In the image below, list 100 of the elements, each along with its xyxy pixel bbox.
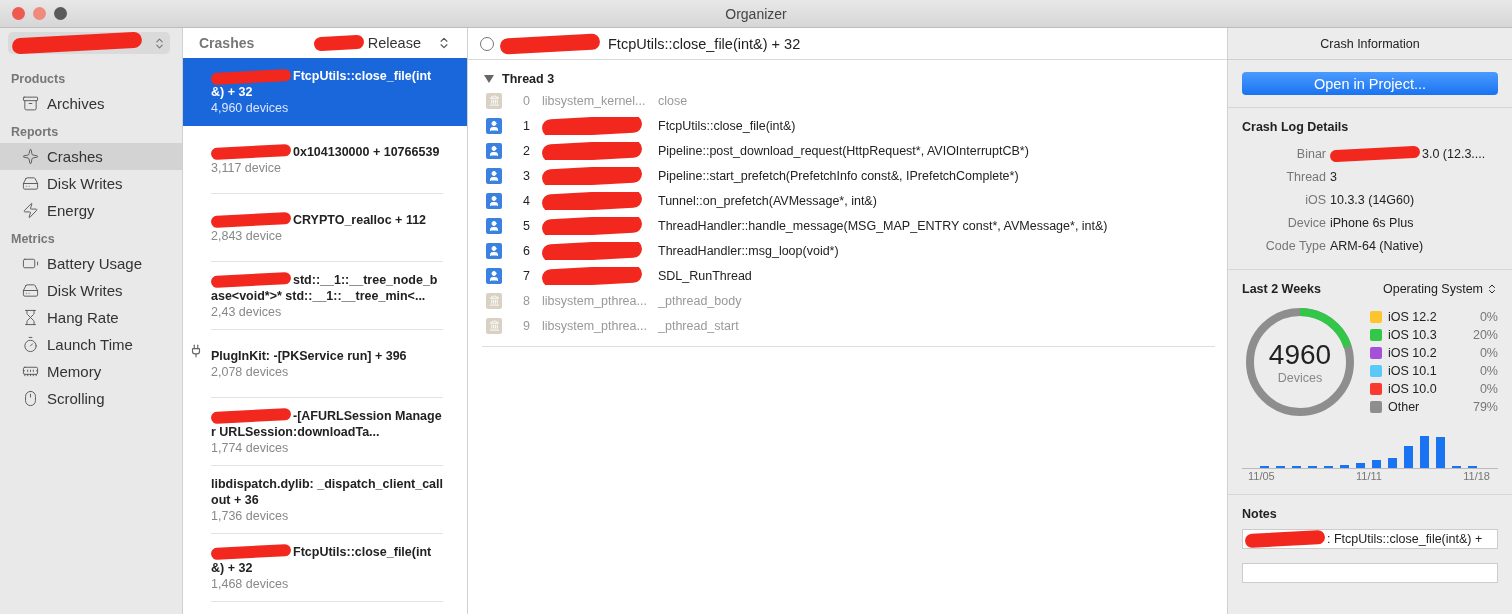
person-icon	[486, 217, 502, 234]
stack-frame[interactable]: 1 FtcpUtils::close_file(int&)	[482, 113, 1215, 138]
device-count: 1,736 devices	[211, 507, 290, 524]
detail-value: 10.3.3 (14G60)	[1330, 192, 1415, 207]
timer-icon	[22, 336, 39, 353]
section-title: Notes	[1242, 507, 1278, 521]
legend-label: iOS 10.3	[1388, 328, 1437, 342]
section-title: Metrics	[10, 231, 56, 248]
drive-icon	[22, 175, 39, 192]
device-count: 1,774 devices	[211, 439, 290, 456]
detail-value: 3.0 (12.3....	[1422, 146, 1486, 161]
sidebar-item[interactable]: Battery Usage	[0, 250, 182, 277]
radio-button[interactable]	[480, 36, 494, 51]
person-icon	[486, 267, 502, 284]
crash-title: CRYPTO_realloc + 112	[211, 211, 443, 228]
crash-row[interactable]: CRYPTO_realloc + 112 2,843 device	[183, 194, 467, 262]
legend-value: 0%	[1479, 310, 1498, 324]
crash-title: PlugInKit: -[PKService run] + 396	[211, 347, 408, 364]
crash-row[interactable]: std::__1::__tree_node_base<void*>* std::__1::__tree_min<... 2,43 devices	[183, 262, 467, 330]
crash-title: -[AFURLSession Manager URLSession:downloadTa...	[211, 407, 443, 440]
legend-label: iOS 10.2	[1388, 346, 1437, 360]
axis-label: 11/11	[1356, 470, 1382, 482]
sidebar-item[interactable]: Memory	[0, 358, 182, 385]
device-count: 2,843 device	[211, 227, 283, 244]
detail-label: Code Type	[1264, 238, 1326, 253]
person-icon	[486, 142, 502, 159]
detail-value: 3	[1330, 169, 1337, 184]
scheme-popup[interactable]	[8, 32, 170, 54]
building-icon	[486, 92, 502, 109]
sidebar-item[interactable]: Archives	[0, 90, 182, 117]
crash-title: std::__1::__tree_node_base<void*>* std::__1::__tree_min<...	[211, 271, 439, 304]
crash-title: 0x104130000 + 10766539	[211, 143, 443, 160]
list-title: Crashes	[199, 35, 255, 51]
legend-label: iOS 10.0	[1388, 382, 1437, 396]
detail-value: ARM-64 (Native)	[1330, 238, 1424, 253]
crash-row[interactable]: 0x104130000 + 10766539 3,117 device	[183, 126, 467, 194]
archive-icon	[22, 95, 39, 112]
sidebar-item[interactable]: Crashes	[0, 143, 182, 170]
axis-label: 11/18	[1463, 470, 1490, 482]
device-count: 1,468 devices	[211, 575, 290, 592]
crash-row[interactable]: FtcpUtils::close_file(int&) + 32 1,468 devices	[183, 534, 467, 602]
detail-label: Device	[1286, 215, 1326, 230]
person-icon	[486, 117, 502, 134]
inspector-title: Crash Information	[1228, 28, 1512, 60]
notes-field[interactable]	[1242, 563, 1498, 583]
window-title: Organizer	[725, 5, 787, 22]
legend-value: 0%	[1479, 346, 1498, 360]
crash-row[interactable]: FtcpUtils::close_file(int&) + 32 4,960 devices	[183, 58, 467, 126]
window-control[interactable]	[54, 7, 67, 20]
section-title: Last 2 Weeks	[1242, 282, 1321, 296]
sparkle-icon	[22, 148, 39, 165]
detail-label: Binar	[1295, 146, 1326, 161]
crash-row[interactable]: libdispatch.dylib: _dispatch_client_callout + 36 1,736 devices	[183, 466, 467, 534]
sidebar-item[interactable]: Launch Time	[0, 331, 182, 358]
stack-frame[interactable]: 4 Tunnel::on_prefetch(AVMessage*, int&)	[482, 188, 1215, 213]
crash-row[interactable]: PlugInKit: -[PKService run] + 396 2,078 devices	[183, 330, 467, 398]
thread-header[interactable]: Thread 3	[468, 60, 1227, 88]
device-total-label: Devices	[1277, 371, 1323, 385]
device-count: 3,117 device	[211, 159, 282, 176]
stack-frame[interactable]: 2 Pipeline::post_download_request(HttpRequest*, AVIOInterruptCB*)	[482, 138, 1215, 163]
sidebar-item[interactable]: Energy	[0, 197, 182, 224]
sidebar-item[interactable]: Disk Writes	[0, 170, 182, 197]
lightning-icon	[22, 202, 39, 219]
section-title: Crash Log Details	[1242, 120, 1350, 134]
detail-label: Thread	[1285, 169, 1326, 184]
drive-icon	[22, 282, 39, 299]
sidebar-item[interactable]: Disk Writes	[0, 277, 182, 304]
legend-value: 0%	[1479, 382, 1498, 396]
section-title: Products	[10, 71, 67, 88]
person-icon	[486, 167, 502, 184]
crash-row[interactable]: -[AFURLSession Manager URLSession:downloadTa... 1,774 devices	[183, 398, 467, 466]
legend-value: 0%	[1479, 364, 1498, 378]
device-count: 2,078 devices	[211, 363, 290, 380]
stack-frame[interactable]: 5 ThreadHandler::handle_message(MSG_MAP_ENTRY const*, AVMessage*, int&)	[482, 213, 1215, 238]
hourglass-icon	[22, 309, 39, 326]
detail-value: iPhone 6s Plus	[1330, 215, 1414, 230]
window-control[interactable]	[12, 7, 25, 20]
breakdown-popup[interactable]: Operating System	[1382, 282, 1498, 296]
axis-label: 11/05	[1248, 470, 1275, 482]
building-icon	[486, 317, 502, 334]
section-title: Reports	[10, 124, 60, 141]
sidebar-item[interactable]: Hang Rate	[0, 304, 182, 331]
stack-frame[interactable]: 7 SDL_RunThread	[482, 263, 1215, 288]
person-icon	[486, 242, 502, 259]
stack-frame[interactable]: 3 Pipeline::start_prefetch(PrefetchInfo const&, IPrefetchComplete*)	[482, 163, 1215, 188]
legend-label: iOS 12.2	[1388, 310, 1437, 324]
sidebar-item[interactable]: Scrolling	[0, 385, 182, 412]
mouse-icon	[22, 390, 39, 407]
legend-value: 20%	[1472, 328, 1498, 342]
open-in-project-button[interactable]: Open in Project...	[1242, 72, 1498, 95]
crash-header: FtcpUtils::close_file(int&) + 32	[608, 35, 801, 52]
legend-value: 79%	[1472, 400, 1498, 414]
legend-label: Other	[1388, 400, 1420, 414]
crash-title: FtcpUtils::close_file(int&) + 32	[211, 68, 433, 100]
stack-frame[interactable]: 6 ThreadHandler::msg_loop(void*)	[482, 238, 1215, 263]
build-filter[interactable]: Release	[313, 35, 451, 51]
crash-title: libdispatch.dylib: _dispatch_client_callout + 36	[211, 475, 443, 508]
chevron-icon	[153, 36, 166, 50]
crash-title: FtcpUtils::close_file(int&) + 32	[211, 543, 433, 576]
notes-field[interactable]: : FtcpUtils::close_file(int&) +	[1242, 529, 1498, 549]
